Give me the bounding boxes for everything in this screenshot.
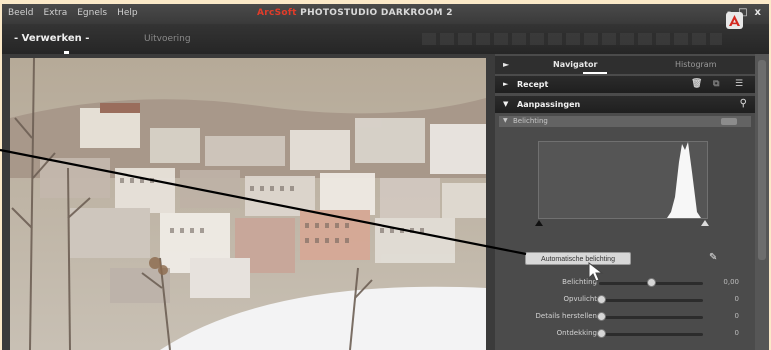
menu-list: Beeld Extra Egnels Help	[8, 8, 138, 18]
mouse-cursor-icon	[588, 262, 604, 282]
adjustment-panel: ► Navigator Histogram ► Recept 🗑 ⧉ ☰ ▼ A…	[495, 54, 755, 350]
subsection-belichting[interactable]: ▼ Belichting	[499, 116, 751, 127]
copy-icon[interactable]: ⧉	[713, 79, 719, 89]
brand-name: ArcSoft	[257, 8, 297, 18]
slider-knob[interactable]	[597, 329, 606, 338]
trash-icon[interactable]: 🗑	[691, 79, 702, 89]
eyedropper-icon[interactable]: ✎	[709, 252, 717, 263]
slider-knob[interactable]	[597, 312, 606, 321]
histogram-graph	[538, 141, 708, 219]
menu-egnels[interactable]: Egnels	[77, 8, 107, 18]
slider-knob[interactable]	[646, 278, 656, 287]
menu-bar: Beeld Extra Egnels Help ArcSoft PHOTOSTU…	[2, 4, 769, 24]
tab-histogram[interactable]: Histogram	[675, 60, 717, 69]
magnifier-icon[interactable]: ⚲	[740, 98, 747, 109]
subsection-belichting-label: Belichting	[513, 117, 548, 125]
expand-arrow-icon: ►	[503, 80, 509, 88]
section-recept-label: Recept	[517, 80, 549, 89]
reset-toggle[interactable]	[721, 118, 737, 125]
section-aanpassingen-label: Aanpassingen	[517, 100, 581, 109]
slider-track[interactable]	[599, 316, 703, 319]
slider-value: 0	[734, 329, 739, 337]
slider-value: 0	[734, 295, 739, 303]
slider-track[interactable]	[599, 299, 703, 302]
tab-navigator[interactable]: Navigator	[553, 60, 597, 69]
slider-belichting[interactable]: Belichting 0,00	[495, 277, 755, 289]
panel-collapse-icon[interactable]: ►	[503, 60, 509, 69]
slider-track[interactable]	[599, 333, 703, 336]
tab-uitvoering[interactable]: Uitvoering	[144, 34, 191, 44]
navigator-tab-indicator	[583, 72, 607, 74]
slider-value: 0	[734, 312, 739, 320]
mode-tab-bar: - Verwerken - Uitvoering	[2, 24, 769, 54]
slider-label: Ontdekking	[556, 329, 597, 337]
section-aanpassingen[interactable]: ▼ Aanpassingen ⚲	[495, 96, 755, 113]
photo-viewer[interactable]	[10, 58, 486, 350]
product-name: PHOTOSTUDIO DARKROOM 2	[296, 8, 453, 18]
collapse-arrow-icon: ▼	[503, 100, 509, 108]
slider-details-herstellen[interactable]: Details herstellen 0	[495, 311, 755, 323]
slider-value: 0,00	[723, 278, 739, 286]
filmstrip-placeholder	[422, 33, 722, 45]
panel-tab-bar: ► Navigator Histogram	[495, 56, 755, 74]
menu-beeld[interactable]: Beeld	[8, 8, 33, 18]
menu-extra[interactable]: Extra	[43, 8, 67, 18]
slider-knob[interactable]	[597, 295, 606, 304]
scrollbar-thumb[interactable]	[758, 60, 766, 260]
slider-opvulicht[interactable]: Opvulicht 0	[495, 294, 755, 306]
black-point-marker[interactable]	[535, 220, 543, 226]
app-title: ArcSoft PHOTOSTUDIO DARKROOM 2	[257, 8, 453, 18]
arcsoft-logo-icon	[726, 12, 743, 29]
section-recept[interactable]: ► Recept 🗑 ⧉ ☰	[495, 76, 755, 93]
list-icon[interactable]: ☰	[735, 79, 743, 89]
auto-exposure-button[interactable]: Automatische belichting	[525, 252, 631, 265]
slider-ontdekking[interactable]: Ontdekking 0	[495, 328, 755, 340]
panel-scrollbar[interactable]	[755, 54, 769, 350]
menu-help[interactable]: Help	[117, 8, 138, 18]
tab-verwerken-label: - Verwerken -	[14, 33, 90, 44]
slider-label: Details herstellen	[535, 312, 597, 320]
darkroom-window: Beeld Extra Egnels Help ArcSoft PHOTOSTU…	[2, 4, 769, 350]
white-point-marker[interactable]	[701, 220, 709, 226]
tab-verwerken[interactable]: - Verwerken -	[14, 33, 90, 54]
slider-label: Opvulicht	[563, 295, 597, 303]
subsection-arrow-icon: ▼	[503, 117, 508, 124]
close-button[interactable]: x	[755, 7, 761, 18]
town-photo	[10, 58, 486, 350]
active-tab-indicator	[64, 51, 69, 54]
